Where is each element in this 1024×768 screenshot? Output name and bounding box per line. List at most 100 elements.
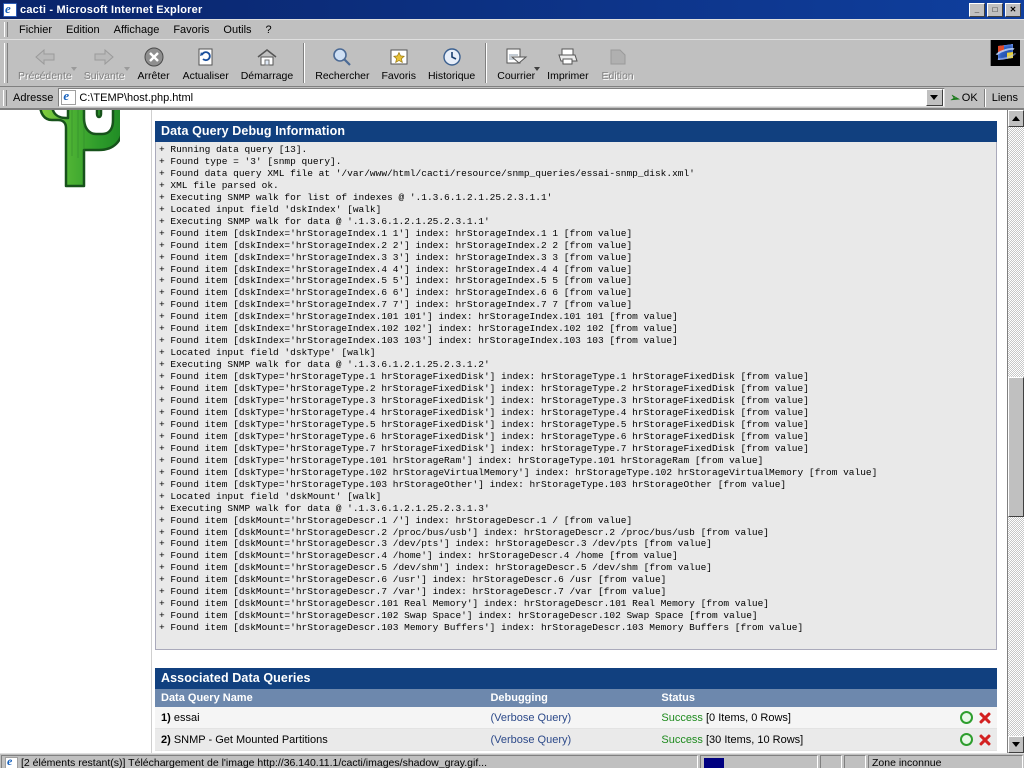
debug-line: + XML file parsed ok. — [159, 179, 279, 191]
toolbar-history-button[interactable]: Historique — [422, 40, 481, 86]
cell-row-actions — [939, 707, 997, 729]
associated-data-queries-panel: Associated Data Queries Data Query Name … — [155, 668, 997, 751]
scrollbar-thumb[interactable] — [1008, 376, 1024, 517]
menu-favoris[interactable]: Favoris — [166, 22, 216, 38]
maximize-button[interactable]: □ — [987, 2, 1003, 17]
reload-icon[interactable] — [960, 711, 973, 724]
toolbar-mail-button[interactable]: Courrier — [491, 40, 541, 86]
back-dropdown-caret-icon[interactable] — [70, 67, 77, 71]
status-zone-pane[interactable]: Zone inconnue — [868, 755, 1023, 768]
debug-line: + Found item [dskType='hrStorageType.102… — [159, 466, 878, 478]
column-header-name: Data Query Name — [155, 689, 485, 707]
verbose-query-link[interactable]: (Verbose Query) — [490, 734, 571, 746]
links-toolbar-button[interactable]: Liens — [986, 92, 1024, 104]
status-message: [2 éléments restant(s)] Téléchargement d… — [21, 757, 488, 768]
security-zone-label: Zone inconnue — [872, 757, 942, 768]
toolbar-back-button[interactable]: Précédente — [12, 40, 78, 86]
debug-line: + Found item [dskIndex='hrStorageIndex.3… — [159, 251, 633, 263]
forward-dropdown-caret-icon[interactable] — [123, 67, 130, 71]
debug-output-text: + Running data query [13]. + Found type =… — [155, 142, 997, 650]
debug-line: + Found item [dskType='hrStorageType.6 h… — [159, 430, 809, 442]
cell-debugging: (Verbose Query) — [484, 728, 656, 751]
cacti-cactus-logo — [39, 110, 120, 188]
address-grip[interactable] — [3, 89, 7, 106]
back-arrow-icon — [32, 45, 58, 69]
debug-line: + Found item [dskType='hrStorageType.4 h… — [159, 406, 809, 418]
table-row: 2) SNMP - Get Mounted Partitions (Verbose… — [155, 728, 997, 751]
scrollbar-track[interactable] — [1008, 127, 1024, 736]
debug-line: + Found item [dskMount='hrStorageDescr.7… — [159, 586, 667, 598]
debug-line: + Located input field 'dskMount' [walk] — [159, 490, 382, 502]
toolbar-grip[interactable] — [4, 43, 8, 83]
chevron-up-icon — [1012, 116, 1020, 121]
close-icon: ✕ — [1009, 4, 1017, 14]
address-input[interactable]: C:\TEMP\host.php.html — [58, 88, 945, 107]
toolbar-search-label: Rechercher — [315, 70, 370, 82]
scroll-down-button[interactable] — [1008, 736, 1024, 753]
ie-document-icon — [3, 2, 17, 17]
menu-affichage[interactable]: Affichage — [107, 22, 167, 38]
toolbar-home-button[interactable]: Démarrage — [235, 40, 300, 86]
mail-dropdown-caret-icon[interactable] — [534, 67, 541, 71]
debug-line: + Found item [dskIndex='hrStorageIndex.1… — [159, 227, 633, 239]
toolbar-favorites-button[interactable]: Favoris — [376, 40, 422, 86]
close-button[interactable]: ✕ — [1005, 2, 1021, 17]
debug-line: + Found item [dskIndex='hrStorageIndex.1… — [159, 323, 678, 335]
address-label: Adresse — [13, 91, 54, 104]
menu-edition[interactable]: Edition — [59, 22, 107, 38]
debug-line: + Found item [dskIndex='hrStorageIndex.1… — [159, 311, 678, 323]
toolbar-forward-button[interactable]: Suivante — [78, 40, 131, 86]
debug-line: + Found item [dskIndex='hrStorageIndex.5… — [159, 275, 633, 287]
window-titlebar: cacti - Microsoft Internet Explorer _ □ … — [0, 0, 1024, 19]
menu-help[interactable]: ? — [259, 22, 279, 38]
edit-page-icon — [605, 45, 631, 69]
maximize-icon: □ — [992, 4, 998, 14]
debug-line: + Found item [dskMount='hrStorageDescr.4… — [159, 550, 678, 562]
scroll-up-button[interactable] — [1008, 110, 1024, 127]
toolbar-separator — [303, 43, 306, 83]
address-go-button[interactable]: ➢ OK — [945, 90, 984, 106]
chevron-down-icon — [930, 95, 939, 100]
debug-line: + Found item [dskType='hrStorageType.1 h… — [159, 371, 809, 383]
toolbar-forward-label: Suivante — [83, 70, 125, 82]
verbose-query-link[interactable]: (Verbose Query) — [490, 712, 571, 724]
toolbar-favorites-label: Favoris — [381, 70, 416, 82]
page-vertical-scrollbar[interactable] — [1007, 110, 1024, 753]
debug-line: + Found item [dskMount='hrStorageDescr.6… — [159, 574, 667, 586]
toolbar-stop-label: Arrêter — [137, 70, 170, 82]
menu-bar: Fichier Edition Affichage Favoris Outils… — [0, 19, 1024, 39]
progress-bar — [704, 757, 724, 768]
status-bar: [2 éléments restant(s)] Téléchargement d… — [0, 753, 1024, 768]
menu-fichier[interactable]: Fichier — [12, 22, 59, 38]
row-number: 1) — [161, 711, 171, 724]
ie-throbber-icon — [990, 40, 1020, 66]
browser-toolbar: Précédente Suivante Arrêter Actualiser D… — [0, 39, 1024, 87]
toolbar-search-button[interactable]: Rechercher — [309, 40, 375, 86]
window-controls: _ □ ✕ — [969, 2, 1022, 17]
page-viewport: Data Query Debug Information + Running d… — [0, 109, 1024, 753]
debug-line: + Found item [dskType='hrStorageType.103… — [159, 478, 787, 490]
debug-line: + Found item [dskIndex='hrStorageIndex.6… — [159, 287, 633, 299]
toolbar-edit-button[interactable]: Edition — [595, 40, 641, 86]
menu-outils[interactable]: Outils — [216, 22, 258, 38]
toolbar-refresh-button[interactable]: Actualiser — [177, 40, 235, 86]
delete-icon[interactable] — [978, 733, 991, 746]
cell-query-name: 2) SNMP - Get Mounted Partitions — [155, 728, 485, 751]
reload-icon[interactable] — [960, 733, 973, 746]
toolbar-print-button[interactable]: Imprimer — [541, 40, 594, 86]
cacti-page-content: Data Query Debug Information + Running d… — [155, 121, 997, 751]
browser-activity-logo — [986, 40, 1024, 86]
toolbar-print-label: Imprimer — [547, 70, 589, 82]
minimize-button[interactable]: _ — [969, 2, 985, 17]
address-history-dropdown[interactable] — [925, 89, 943, 106]
address-bar: Adresse C:\TEMP\host.php.html ➢ OK Liens — [0, 87, 1024, 109]
toolbar-stop-button[interactable]: Arrêter — [131, 40, 177, 86]
page-content: Data Query Debug Information + Running d… — [0, 110, 1007, 753]
status-message-pane: [2 éléments restant(s)] Téléchargement d… — [1, 755, 698, 768]
delete-icon[interactable] — [978, 711, 991, 724]
debug-line: + Executing SNMP walk for data @ '.1.3.6… — [159, 359, 490, 371]
search-icon — [329, 45, 355, 69]
debug-line: + Found item [dskType='hrStorageType.2 h… — [159, 383, 809, 395]
debug-line: + Located input field 'dskIndex' [walk] — [159, 203, 382, 215]
menu-grip[interactable] — [4, 22, 8, 37]
